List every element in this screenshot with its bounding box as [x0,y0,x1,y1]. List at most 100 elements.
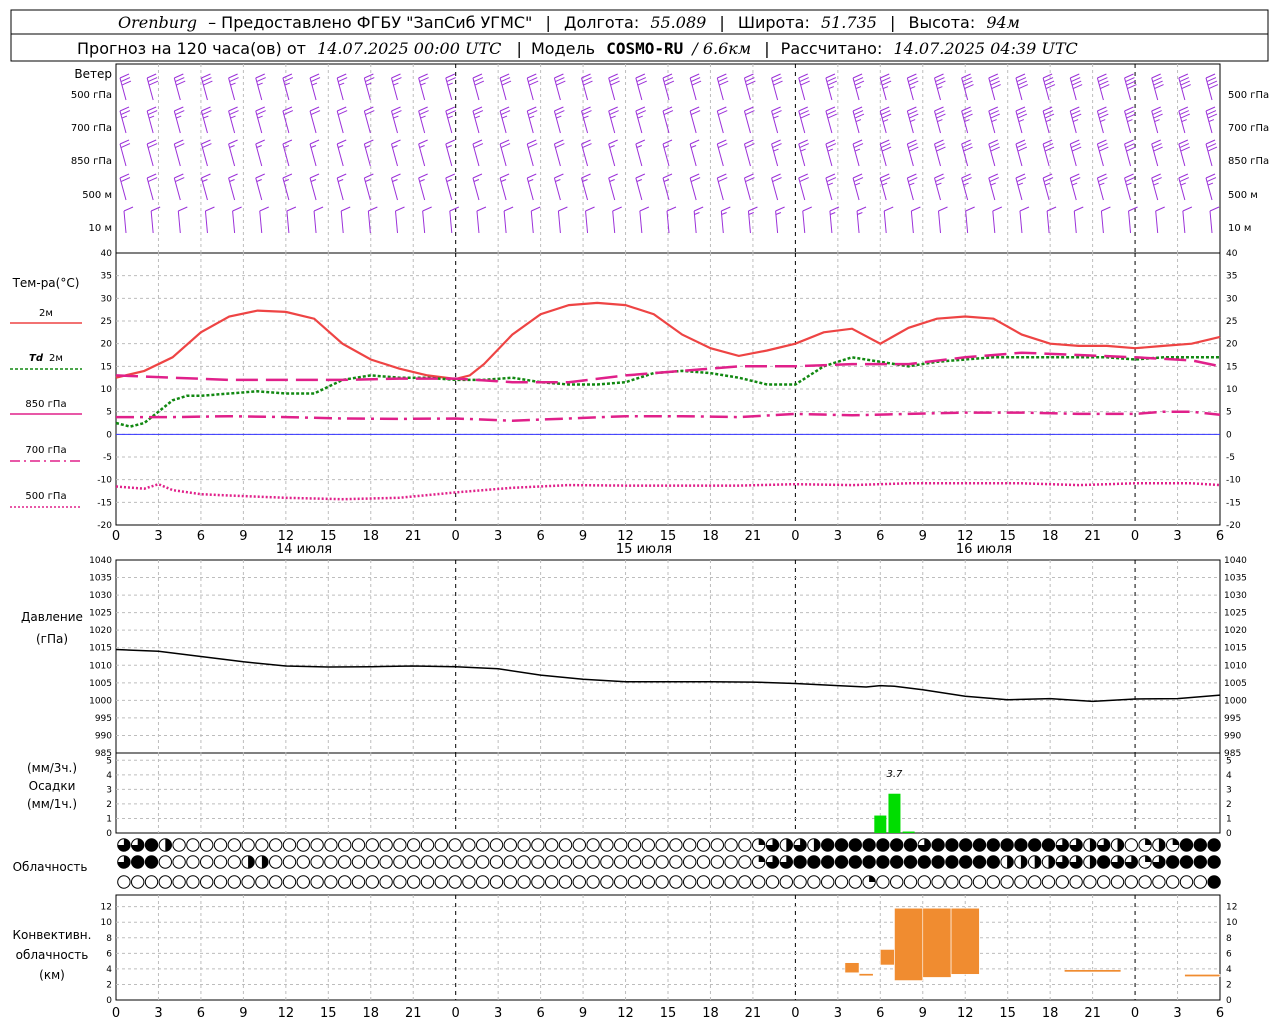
wind-feather [1125,177,1135,182]
cloud-symbol [172,875,186,889]
hour-tick: 9 [579,529,587,544]
wind-feather [446,77,456,82]
cloud-fill [1020,855,1028,869]
temp-tick-right: 30 [1226,294,1238,304]
pres-tick-right: 1035 [1224,574,1247,584]
temp-tick-left: 35 [101,272,112,282]
wind-feather [445,139,456,145]
conv-title-3: (км) [39,968,65,982]
t700-line [116,410,1221,422]
wind-feather [255,173,265,179]
wind-feather [852,106,863,112]
wind-feather [1207,146,1218,152]
wind-feather [911,206,921,212]
wind-barb [1100,210,1104,234]
wind-feather [961,139,971,145]
hour-tick: 0 [112,529,120,544]
wind-feather [990,80,1000,86]
cloud-symbol [614,855,628,869]
calc-label: Рассчитано: [781,39,883,58]
wind-feather [881,146,892,152]
wind-feather [1206,110,1217,115]
pres-tick-right: 1040 [1224,556,1247,566]
wind-feather [854,148,861,152]
wind-feather [827,182,834,186]
wind-feather [827,148,834,152]
wind-feather [664,80,675,86]
wind-feather [1180,113,1190,119]
precip-tick-right: 1 [1226,814,1232,824]
cloud-fill [931,838,945,852]
cloud-symbol [959,875,973,889]
pres-tick-left: 1020 [89,626,112,636]
wind-barb [503,210,507,234]
cloud-fill [1180,855,1193,869]
wind-feather [1044,146,1055,152]
wind-feather [228,73,238,79]
cloud-symbol [393,875,407,889]
wind-feather [123,206,134,212]
wind-level-500m: 500 м [82,190,112,201]
wind-feather [419,77,429,82]
wind-feather [500,179,507,182]
wind-feather [610,80,620,86]
wind-feather [147,77,158,82]
wind-feather [554,73,564,79]
wind-feather [718,177,728,182]
cloud-fill [1117,838,1124,852]
wind-feather [255,139,265,145]
cloud-cover-symbols [117,838,1221,889]
hour-tick: 15 [320,1006,337,1021]
cloud-fill [904,838,917,852]
wind-feather [392,77,402,82]
wind-feather [962,110,972,115]
conv-tick-left: 10 [101,918,113,928]
cloud-symbol [641,875,655,889]
hour-tick: 9 [579,1006,587,1021]
wind-feather [1124,139,1134,145]
cloud-symbol [324,838,338,852]
wind-feather [283,145,290,148]
wind-feather [309,139,320,145]
wind-feather [446,110,456,115]
cloud-symbol [1028,875,1042,889]
wind-feather [1017,182,1024,186]
wind-barb [992,210,996,234]
cloud-symbol [269,875,283,889]
wind-feather [368,206,378,212]
wind-feather [935,77,945,82]
wind-feather [555,143,565,148]
cloud-fill [1194,855,1207,869]
wind-feather [340,206,351,212]
wind-feather [473,77,484,82]
wind-feather [1071,77,1081,82]
wind-feather [256,110,266,115]
wind-feather [336,173,347,179]
wind-feather [1071,182,1078,186]
wind-feather [418,73,428,79]
wind-feather [202,110,212,115]
cloud-symbol [738,855,752,869]
wind-feather [531,206,541,212]
wind-feather [639,206,650,212]
wind-feather [1125,77,1135,82]
cloud-fill [987,838,1000,852]
wind-feather [582,77,592,82]
wind-feather [771,106,781,112]
precip-max-label: 3.7 [887,769,904,780]
wind-feather [771,139,781,145]
cloud-symbol [545,855,559,869]
wind-feather [964,84,974,90]
cloud-fill [1180,838,1193,852]
pressure-title: Давление [21,610,83,624]
wind-feather [853,143,864,148]
cloud-symbol [186,855,200,869]
wind-feather [175,77,185,82]
wind-feather [636,77,647,82]
wind-feather [391,106,401,112]
wind-feather [1154,119,1160,123]
cloud-fill [1097,855,1110,869]
wind-feather [1126,146,1136,152]
day-label-15: 15 июля [616,542,672,557]
precip-tick-left: 0 [106,829,112,839]
